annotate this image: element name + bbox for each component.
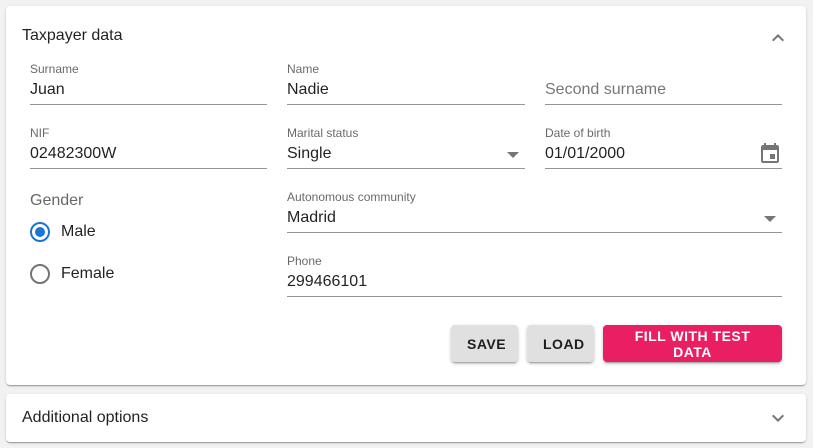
second-surname-underline — [545, 104, 782, 105]
gender-male-label[interactable]: Male — [61, 223, 96, 241]
gender-option-male[interactable]: Male — [30, 220, 96, 244]
marital-status-select[interactable]: Marital status Single — [287, 126, 525, 176]
second-surname-field[interactable]: Second surname — [545, 62, 782, 112]
autonomous-community-underline — [287, 232, 782, 233]
surname-label: Surname — [30, 62, 79, 76]
additional-options-panel[interactable]: Additional options — [6, 394, 806, 442]
dropdown-arrow-icon[interactable] — [507, 152, 519, 158]
nif-label: NIF — [30, 126, 50, 140]
chevron-up-icon[interactable] — [766, 26, 790, 50]
additional-panel-title[interactable]: Additional options — [22, 409, 148, 427]
gender-female-label[interactable]: Female — [61, 265, 114, 283]
phone-field[interactable]: Phone 299466101 — [287, 254, 782, 304]
phone-label: Phone — [287, 254, 322, 268]
calendar-icon[interactable] — [758, 142, 782, 166]
date-of-birth-value[interactable]: 01/01/2000 — [545, 142, 625, 166]
surname-value[interactable]: Juan — [30, 78, 65, 102]
surname-underline — [30, 104, 267, 105]
marital-status-underline — [287, 168, 525, 169]
chevron-down-icon[interactable] — [766, 406, 790, 430]
nif-underline — [30, 168, 267, 169]
marital-status-label: Marital status — [287, 126, 359, 140]
autonomous-community-label: Autonomous community — [287, 190, 416, 204]
taxpayer-data-panel: Taxpayer data Surname Juan Name Nadie Se… — [6, 6, 806, 385]
autonomous-community-value[interactable]: Madrid — [287, 206, 336, 230]
second-surname-placeholder[interactable]: Second surname — [545, 78, 666, 102]
autonomous-community-select[interactable]: Autonomous community Madrid — [287, 190, 782, 240]
date-of-birth-label: Date of birth — [545, 126, 611, 140]
marital-status-value[interactable]: Single — [287, 142, 331, 166]
save-button[interactable]: SAVE — [451, 325, 518, 362]
nif-value[interactable]: 02482300W — [30, 142, 116, 166]
date-of-birth-field[interactable]: Date of birth 01/01/2000 — [545, 126, 782, 176]
fill-test-data-button[interactable]: FILL WITH TEST DATA — [603, 325, 782, 362]
name-field[interactable]: Name Nadie — [287, 62, 525, 112]
name-underline — [287, 104, 525, 105]
gender-option-female[interactable]: Female — [30, 262, 114, 286]
taxpayer-panel-title[interactable]: Taxpayer data — [22, 27, 123, 45]
radio-male[interactable] — [30, 222, 50, 242]
phone-underline — [287, 296, 782, 297]
gender-title: Gender — [30, 192, 84, 209]
phone-value[interactable]: 299466101 — [287, 270, 367, 294]
nif-field[interactable]: NIF 02482300W — [30, 126, 267, 176]
surname-field[interactable]: Surname Juan — [30, 62, 267, 112]
load-button[interactable]: LOAD — [527, 325, 594, 362]
dropdown-arrow-icon[interactable] — [764, 216, 776, 222]
radio-female[interactable] — [30, 264, 50, 284]
name-value[interactable]: Nadie — [287, 78, 329, 102]
date-of-birth-underline — [545, 168, 782, 169]
name-label: Name — [287, 62, 320, 76]
